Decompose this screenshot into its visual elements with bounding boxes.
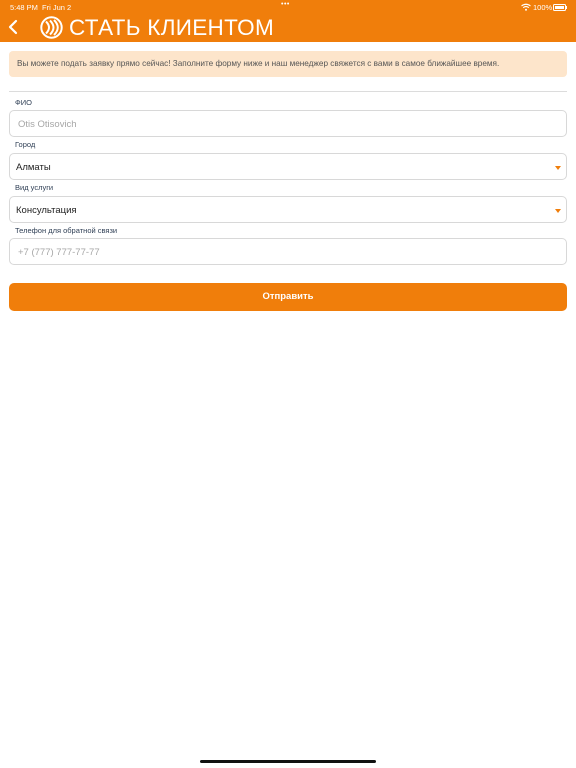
city-value: Алматы [16,162,51,173]
city-label: Город [15,140,36,149]
phone-placeholder: +7 (777) 777-77-77 [18,247,100,258]
name-placeholder: Otis Otisovich [18,119,77,130]
home-indicator[interactable] [200,760,376,763]
caret-down-icon [555,166,561,170]
info-banner: Вы можете подать заявку прямо сейчас! За… [9,51,567,77]
multitasking-dots-icon[interactable]: ••• [281,1,290,8]
city-select[interactable]: Алматы [9,153,567,180]
phone-field[interactable]: +7 (777) 777-77-77 [9,238,567,265]
caret-down-icon [555,209,561,213]
phone-label: Телефон для обратной связи [15,226,118,235]
battery-icon [553,4,566,11]
status-date: Fri Jun 2 [42,3,72,12]
service-label: Вид услуги [15,183,54,192]
battery-tip [566,6,567,9]
battery-percent: 100% [533,3,553,12]
divider [9,91,567,92]
name-label: ФИО [15,98,32,107]
submit-button[interactable]: Отправить [9,283,567,311]
page-title: СТАТЬ КЛИЕНТОМ [69,15,274,40]
chevron-left-icon[interactable] [6,18,20,36]
service-value: Консультация [16,205,77,216]
name-field[interactable]: Otis Otisovich [9,110,567,137]
service-select[interactable]: Консультация [9,196,567,223]
status-bar: 5:48 PM Fri Jun 2 ••• 100% [0,0,576,13]
app-header: 5:48 PM Fri Jun 2 ••• 100% СТАТЬ КЛИЕНТО… [0,0,576,42]
brand-logo-icon [40,16,63,39]
wifi-icon [521,3,531,11]
status-time: 5:48 PM [10,3,38,12]
